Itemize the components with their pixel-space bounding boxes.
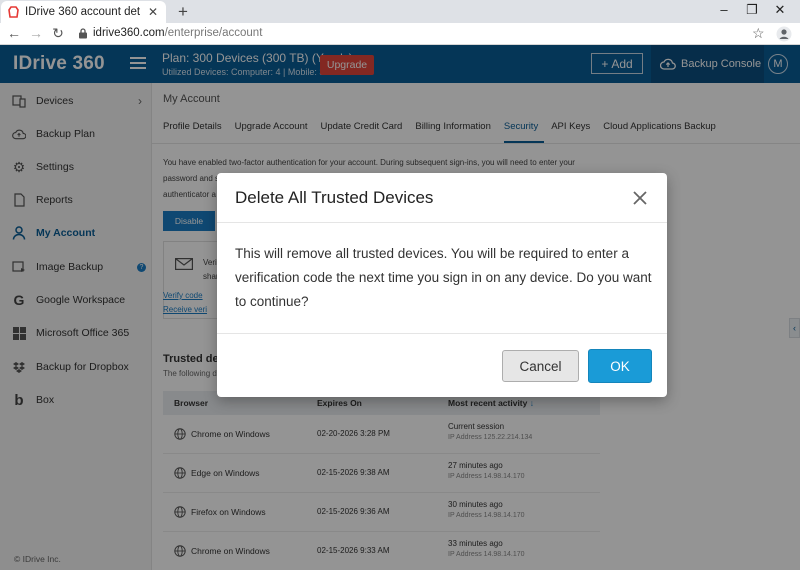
idrive-favicon-icon (7, 6, 19, 18)
browser-tab-title: IDrive 360 account details (25, 6, 140, 18)
dialog-divider (217, 333, 667, 334)
window-close-icon[interactable]: ✕ (772, 2, 788, 18)
back-icon[interactable]: ← (6, 25, 22, 41)
restore-icon[interactable]: ❐ (744, 2, 760, 18)
tab-close-icon[interactable]: ✕ (146, 5, 160, 19)
minimize-icon[interactable]: – (716, 2, 732, 17)
browser-tabstrip: IDrive 360 account details ✕ + – ❐ ✕ (0, 0, 800, 23)
browser-tab[interactable]: IDrive 360 account details ✕ (1, 1, 166, 23)
reload-icon[interactable]: ↻ (50, 25, 66, 42)
bookmark-star-icon[interactable]: ☆ (752, 25, 765, 42)
browser-profile-icon[interactable] (776, 26, 792, 42)
url-field[interactable]: idrive360.com/enterprise/account (93, 27, 262, 39)
new-tab-icon[interactable]: + (174, 2, 192, 22)
dialog-message: This will remove all trusted devices. Yo… (235, 246, 652, 309)
cancel-button[interactable]: Cancel (502, 350, 579, 382)
url-path: /enterprise/account (164, 27, 263, 39)
delete-trusted-devices-dialog: Delete All Trusted Devices This will rem… (217, 173, 667, 397)
forward-icon[interactable]: → (28, 25, 44, 41)
ok-button[interactable]: OK (588, 349, 652, 383)
dialog-divider (217, 222, 667, 223)
url-domain: idrive360.com (93, 27, 165, 39)
close-icon[interactable] (631, 189, 649, 207)
address-bar: ← → ↻ idrive360.com/enterprise/account ☆ (0, 23, 800, 45)
lock-icon (79, 28, 87, 39)
dialog-title: Delete All Trusted Devices (235, 188, 434, 207)
